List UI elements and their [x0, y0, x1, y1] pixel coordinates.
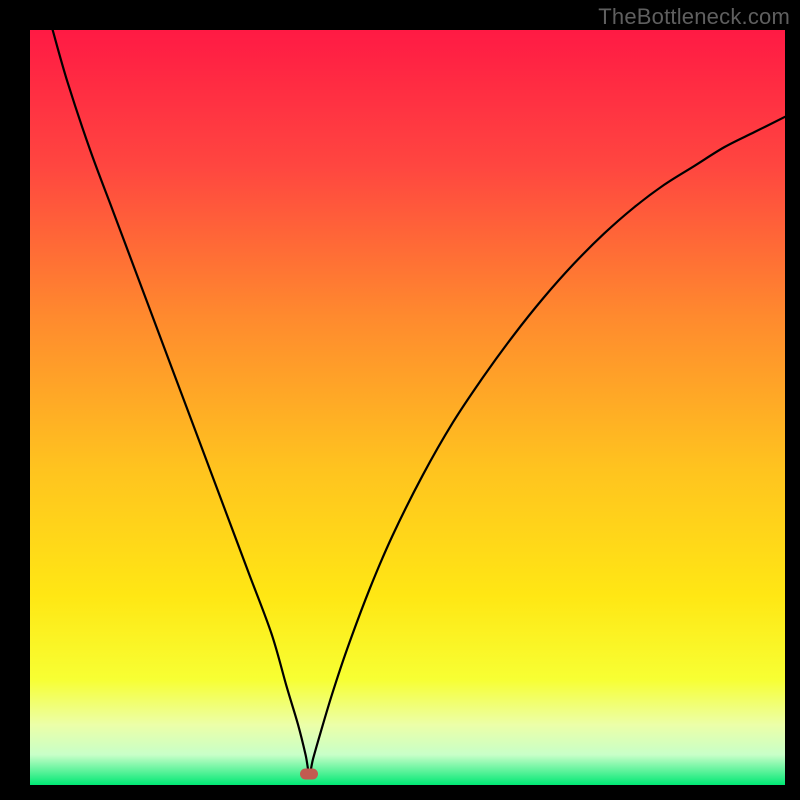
optimum-marker — [300, 768, 318, 779]
watermark-text: TheBottleneck.com — [598, 4, 790, 30]
chart-root: TheBottleneck.com — [0, 0, 800, 800]
bottleneck-curve — [30, 30, 785, 785]
plot-area — [30, 30, 785, 785]
